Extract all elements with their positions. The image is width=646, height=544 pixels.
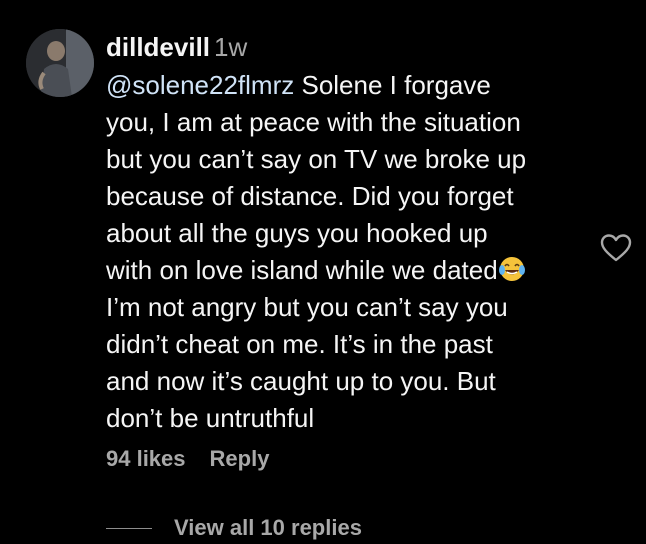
comment-line: you, I am at peace with the situation (106, 107, 521, 137)
comment-line: I’m not angry but you can’t say you (106, 292, 508, 322)
view-replies-button[interactable]: View all 10 replies (106, 513, 362, 543)
comment-time: 1w (214, 32, 248, 62)
comment-actions: 94 likes Reply (106, 446, 269, 472)
comment-line: and now it’s caught up to you. But (106, 366, 496, 396)
face-with-tears-of-joy-icon (498, 257, 525, 281)
avatar[interactable] (26, 29, 94, 97)
username[interactable]: dilldevill (106, 32, 210, 62)
heart-icon[interactable] (600, 233, 632, 263)
comment-line: didn’t cheat on me. It’s in the past (106, 329, 493, 359)
comment-text: @solene22flmrz Solene I forgave you, I a… (106, 67, 586, 437)
comment-line: about all the guys you hooked up (106, 218, 488, 248)
comment-line: with on love island while we dated (106, 252, 586, 289)
view-replies-label: View all 10 replies (174, 515, 362, 540)
comment-line: but you can’t say on TV we broke up (106, 144, 527, 174)
likes-count[interactable]: 94 likes (106, 446, 186, 471)
comment-line: don’t be untruthful (106, 403, 315, 433)
comment-header: dilldevill 1w (106, 30, 586, 64)
comment-line: @solene22flmrz Solene I forgave (106, 70, 491, 100)
reply-button[interactable]: Reply (210, 446, 270, 471)
mention-link[interactable]: @solene22flmrz (106, 70, 294, 100)
avatar-photo (26, 29, 94, 97)
comment: dilldevill 1w @solene22flmrz Solene I for… (106, 30, 586, 437)
replies-divider (106, 527, 152, 529)
comment-line: because of distance. Did you forget (106, 181, 514, 211)
